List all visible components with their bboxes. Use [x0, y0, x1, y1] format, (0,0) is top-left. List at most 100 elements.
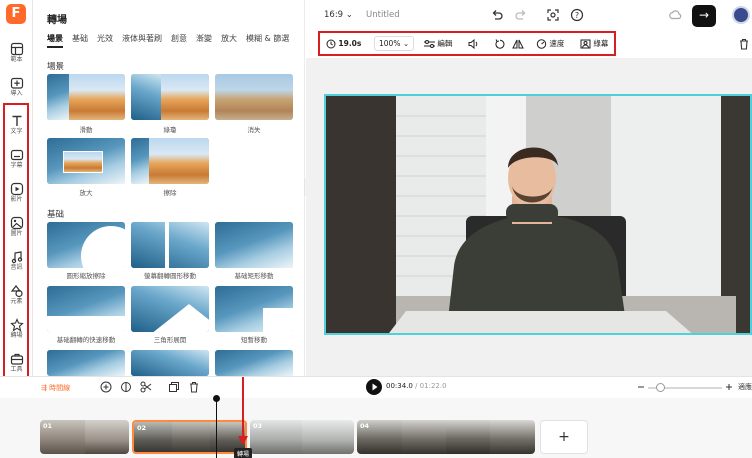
- speed-label: 速度: [549, 39, 565, 48]
- transition-tile-flip-circle[interactable]: [131, 222, 209, 268]
- redo-icon[interactable]: [514, 8, 528, 22]
- current-time: 00:34.0: [386, 382, 413, 390]
- chevron-down-icon: ⌄: [402, 39, 410, 48]
- transition-tile-circle-wipe[interactable]: [47, 222, 125, 268]
- transition-tile-more-2[interactable]: [131, 350, 209, 376]
- tile-label: 消失: [247, 126, 261, 134]
- flip-button[interactable]: [512, 37, 524, 51]
- tab-light[interactable]: 光效: [97, 33, 113, 44]
- sidebar-item-label: 導入: [10, 90, 23, 97]
- help-icon[interactable]: ?: [570, 8, 584, 22]
- rotate-icon: [495, 39, 505, 49]
- tab-gradient[interactable]: 漸變: [196, 33, 212, 44]
- svg-text:?: ?: [575, 11, 579, 20]
- duration-button[interactable]: 19.0s: [326, 37, 361, 51]
- volume-button[interactable]: [468, 37, 479, 51]
- chevron-down-icon: ⌄: [345, 10, 353, 20]
- annotation-box-sidebar: [3, 103, 29, 379]
- flip-icon: [512, 39, 524, 49]
- clock-icon: [326, 39, 336, 49]
- timeline-toolbar: ⇶ 時間線 00:34.0 / 01:22.0 適應: [0, 376, 752, 398]
- time-display: 00:34.0 / 01:22.0: [386, 382, 447, 390]
- undo-icon[interactable]: [490, 8, 504, 22]
- transition-category-tabs: 場景 基础 光效 液体與著刷 創意 漸變 放大 模糊 & 篩選: [47, 33, 298, 48]
- annotation-arrow: [242, 377, 244, 439]
- fit-button[interactable]: 適應: [738, 382, 752, 392]
- edit-button[interactable]: 編輯: [424, 37, 452, 51]
- rotate-button[interactable]: [494, 37, 505, 51]
- timeline-clip[interactable]: 03: [250, 420, 354, 454]
- screenshot-icon[interactable]: [546, 8, 560, 22]
- import-icon: [10, 77, 23, 89]
- duplicate-icon[interactable]: [168, 381, 180, 393]
- transition-tile-green[interactable]: [131, 74, 209, 120]
- zoom-out-icon[interactable]: [636, 381, 646, 393]
- sliders-icon: [424, 40, 435, 48]
- transition-tile-zoom[interactable]: [47, 138, 125, 184]
- panel-title: 轉場: [47, 15, 67, 26]
- video-preview[interactable]: [324, 94, 752, 335]
- delete-icon[interactable]: [738, 38, 750, 50]
- cloud-icon[interactable]: [668, 8, 682, 22]
- avatar[interactable]: [732, 6, 750, 24]
- tab-creative[interactable]: 創意: [171, 33, 187, 44]
- timeline-clip[interactable]: 01: [40, 420, 129, 454]
- timeline-clip[interactable]: 04: [357, 420, 535, 454]
- transition-tile-more-1[interactable]: [47, 350, 125, 376]
- play-button[interactable]: [366, 379, 382, 395]
- add-icon[interactable]: [100, 381, 112, 393]
- zoom-value: 100%: [379, 39, 401, 48]
- speed-button[interactable]: 速度: [536, 37, 564, 51]
- transition-tile-rect-move[interactable]: [215, 222, 293, 268]
- section-title-basic: 基础: [47, 210, 65, 220]
- chroma-key-icon: [580, 39, 591, 49]
- tab-blur[interactable]: 模糊 & 篩選: [246, 33, 289, 44]
- tile-label: 基础翻轉的快速移動: [56, 336, 116, 344]
- tile-label: 綠瓊: [163, 126, 177, 134]
- transition-tile-wipe[interactable]: [131, 138, 209, 184]
- top-bar: 16:9 ⌄ Untitled ? →: [306, 0, 752, 31]
- app-logo: F: [6, 4, 26, 24]
- clip-number: 02: [137, 424, 147, 432]
- transition-tile-flip-fast[interactable]: [47, 286, 125, 332]
- delete-clip-icon[interactable]: [188, 381, 200, 393]
- total-time: / 01:22.0: [415, 382, 447, 390]
- project-name[interactable]: Untitled: [366, 10, 400, 20]
- transitions-panel: 轉場 場景 基础 光效 液体與著刷 創意 漸變 放大 模糊 & 篩選 場景 滑動 綠瓊 消失 …: [34, 0, 305, 376]
- tile-label: 短暫移動: [241, 336, 267, 344]
- scissors-icon[interactable]: [140, 381, 152, 393]
- export-button[interactable]: →: [692, 5, 716, 27]
- transition-tile-slide[interactable]: [47, 74, 125, 120]
- timeline-toggle-button[interactable]: ⇶ 時間線: [41, 381, 70, 395]
- sidebar-item-import[interactable]: 導入: [0, 74, 33, 104]
- zoom-slider-handle[interactable]: [656, 383, 665, 392]
- tab-scene[interactable]: 場景: [47, 33, 63, 48]
- edit-label: 編輯: [437, 39, 453, 48]
- transition-tile-triangle[interactable]: [131, 286, 209, 332]
- add-clip-button[interactable]: +: [540, 420, 588, 454]
- timeline-label: 時間線: [49, 384, 71, 392]
- tab-zoom[interactable]: 放大: [221, 33, 237, 44]
- section-title-scene: 場景: [47, 62, 65, 72]
- zoom-select[interactable]: 100% ⌄: [374, 36, 415, 51]
- tab-basic[interactable]: 基础: [72, 33, 88, 44]
- zoom-in-icon[interactable]: [724, 381, 734, 393]
- transition-tile-more-3[interactable]: [215, 350, 293, 376]
- playhead[interactable]: [216, 398, 217, 458]
- aspect-ratio-value: 16:9: [324, 10, 344, 20]
- split-icon[interactable]: [120, 381, 132, 393]
- tile-label: 放大: [79, 189, 93, 197]
- play-icon: [372, 383, 378, 391]
- timeline-clip-selected[interactable]: 02: [132, 420, 247, 454]
- aspect-ratio-select[interactable]: 16:9 ⌄: [324, 10, 353, 20]
- timeline-icon: ⇶: [41, 384, 47, 392]
- clip-number: 01: [43, 422, 53, 430]
- transition-tile-vanish[interactable]: [215, 74, 293, 120]
- clip-number: 03: [253, 422, 263, 430]
- chroma-key-button[interactable]: 綠幕: [580, 37, 608, 51]
- tile-label: 螢幕翻轉圓形移動: [144, 272, 196, 280]
- tile-label: 圓形縮放擦除: [66, 272, 106, 280]
- sidebar-item-templates[interactable]: 範本: [0, 40, 33, 70]
- transition-tile-short-move[interactable]: [215, 286, 293, 332]
- tab-liquid[interactable]: 液体與著刷: [122, 33, 162, 44]
